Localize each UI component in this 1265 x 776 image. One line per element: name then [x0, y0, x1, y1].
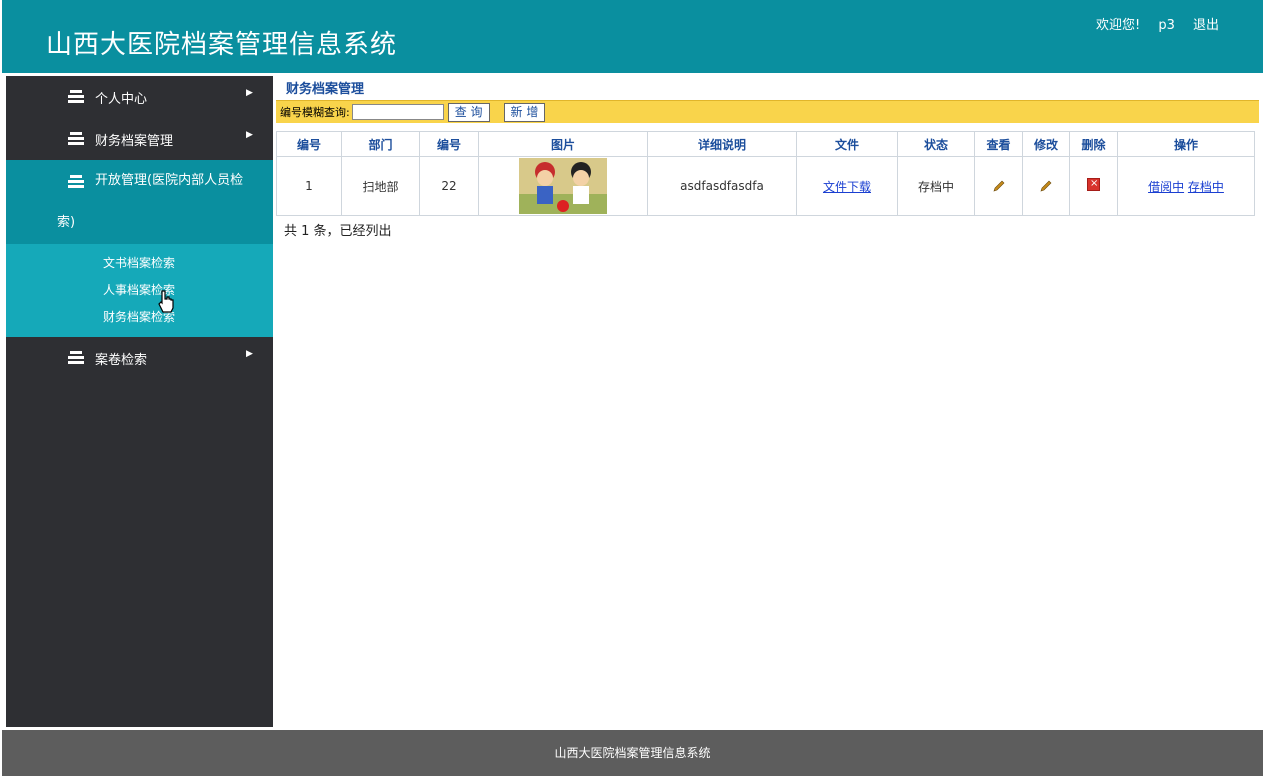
cell-code: 22 — [419, 156, 479, 216]
pencil-icon[interactable] — [976, 179, 1021, 193]
cell-view — [974, 156, 1023, 216]
column-header: 部门 — [341, 131, 420, 157]
cell-dept: 扫地部 — [341, 156, 420, 216]
column-header: 图片 — [478, 131, 648, 157]
search-label: 编号模糊查询: — [280, 106, 350, 119]
sidebar-item-open-management[interactable]: 开放管理(医院内部人员检 索) — [6, 160, 273, 244]
download-link[interactable]: 文件下载 — [823, 180, 871, 194]
cell-delete — [1069, 156, 1118, 216]
column-header: 查看 — [974, 131, 1023, 157]
sidebar-item-label: 开放管理(医院内部人员检 — [95, 173, 244, 188]
cell-ops: 借阅中 存档中 — [1117, 156, 1255, 216]
submenu-item-document-search[interactable]: 文书档案检索 — [6, 250, 273, 277]
submenu: 文书档案检索 人事档案检索 财务档案检索 — [6, 244, 273, 337]
submenu-item-finance-search[interactable]: 财务档案检索 — [6, 304, 273, 331]
cell-desc: asdfasdfasdfa — [647, 156, 797, 216]
main-content: 财务档案管理 编号模糊查询: 查 询 新 增 编号 部门 编号 图片 详细说明 … — [276, 80, 1259, 239]
footer: 山西大医院档案管理信息系统 — [2, 730, 1263, 776]
column-header: 删除 — [1069, 131, 1118, 157]
sidebar-item-label-cont: 索) — [57, 215, 76, 230]
add-button[interactable]: 新 增 — [503, 102, 546, 122]
table-row: 1 扫地部 22 asdfasdfasdfa 文件下载 存档中 × 借阅中 存档… — [276, 156, 1255, 216]
column-header: 编号 — [419, 131, 479, 157]
hand-cursor-icon — [158, 290, 174, 313]
archive-link[interactable]: 存档中 — [1188, 180, 1224, 194]
column-header: 状态 — [897, 131, 975, 157]
sidebar-item-label: 案卷检索 — [95, 353, 148, 368]
cell-status: 存档中 — [897, 156, 975, 216]
page-title: 财务档案管理 — [276, 80, 1259, 101]
chevron-right-icon: ▶ — [246, 349, 253, 359]
table-header-row: 编号 部门 编号 图片 详细说明 文件 状态 查看 修改 删除 操作 — [276, 131, 1255, 157]
column-header: 详细说明 — [647, 131, 797, 157]
archive-table: 编号 部门 编号 图片 详细说明 文件 状态 查看 修改 删除 操作 1 扫地部… — [276, 131, 1255, 216]
thumbnail-image — [519, 158, 607, 214]
stack-icon — [68, 175, 84, 188]
search-bar: 编号模糊查询: 查 询 新 增 — [276, 101, 1259, 123]
sidebar-item-file-search[interactable]: 案卷检索 ▶ — [6, 337, 273, 379]
logout-link[interactable]: 退出 — [1193, 18, 1219, 33]
welcome-text: 欢迎您! — [1095, 18, 1141, 33]
sidebar: 个人中心 ▶ 财务档案管理 ▶ 开放管理(医院内部人员检 索) 文书档案检索 人… — [6, 76, 273, 727]
column-header: 文件 — [796, 131, 898, 157]
cell-id: 1 — [276, 156, 342, 216]
stack-icon — [68, 132, 84, 145]
column-header: 修改 — [1022, 131, 1070, 157]
search-button[interactable]: 查 询 — [447, 102, 490, 122]
username: p3 — [1158, 18, 1175, 33]
stack-icon — [68, 90, 84, 103]
cell-image — [478, 156, 648, 216]
cell-edit — [1022, 156, 1070, 216]
column-header: 操作 — [1117, 131, 1255, 157]
sidebar-item-personal-center[interactable]: 个人中心 ▶ — [6, 76, 273, 118]
chevron-right-icon: ▶ — [246, 130, 253, 140]
search-input[interactable] — [351, 104, 444, 120]
chevron-right-icon: ▶ — [246, 88, 253, 98]
cell-file: 文件下载 — [796, 156, 898, 216]
pencil-icon[interactable] — [1024, 179, 1068, 193]
column-header: 编号 — [276, 131, 342, 157]
submenu-item-personnel-search[interactable]: 人事档案检索 — [6, 277, 273, 304]
sidebar-item-label: 个人中心 — [95, 92, 148, 107]
record-count: 共 1 条，已经列出 — [284, 224, 392, 239]
delete-icon[interactable] — [1087, 178, 1100, 191]
sidebar-item-label: 财务档案管理 — [95, 134, 174, 149]
user-area: 欢迎您! p3 退出 — [1096, 14, 1219, 33]
sidebar-item-finance-archive[interactable]: 财务档案管理 ▶ — [6, 118, 273, 160]
app-title: 山西大医院档案管理信息系统 — [46, 30, 398, 60]
header: 山西大医院档案管理信息系统 欢迎您! p3 退出 — [2, 0, 1263, 75]
stack-icon — [68, 351, 84, 364]
borrow-link[interactable]: 借阅中 — [1148, 180, 1184, 194]
